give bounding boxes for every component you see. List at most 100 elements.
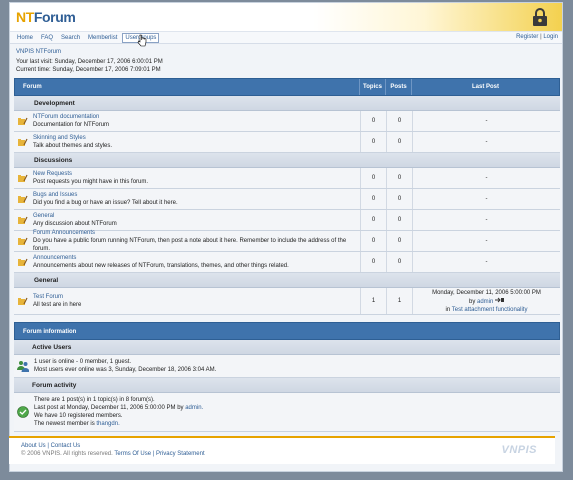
last-post-author-link[interactable]: admin: [477, 299, 493, 305]
login-link[interactable]: Login: [543, 34, 558, 40]
topics-count: 0: [360, 189, 386, 209]
mouse-cursor-icon: [137, 34, 147, 47]
site-logo[interactable]: NTForum: [16, 9, 76, 25]
last-post: -: [412, 111, 560, 131]
last-visit-text: Your last visit: Sunday, December 17, 20…: [16, 59, 163, 65]
last-post-topic-link[interactable]: Test attachment functionality: [452, 307, 528, 313]
post-count-text: There are 1 post(s) in 1 topic(s) in 8 f…: [34, 397, 155, 403]
lock-icon: [533, 8, 547, 26]
forum-page: NTForum Home FAQ Search Memberlist Userg…: [9, 2, 563, 472]
forum-activity-label: Forum activity: [14, 378, 560, 393]
posts-count: 0: [386, 252, 412, 272]
forum-title-link[interactable]: NTForum documentation: [33, 113, 360, 121]
stats-icon: [14, 406, 32, 418]
category-general[interactable]: General: [14, 273, 560, 288]
welcome-panel: VNPIS NTForum Your last visit: Sunday, D…: [10, 44, 562, 76]
breadcrumb[interactable]: VNPIS NTForum: [16, 48, 556, 56]
nav-home-link[interactable]: Home: [14, 33, 36, 43]
last-post: -: [412, 189, 560, 209]
forum-row: Announcements Announcements about new rel…: [14, 252, 560, 273]
forum-row: General Any discussion about NTForum 0 0 …: [14, 210, 560, 231]
last-post-date: Monday, December 11, 2006 5:00:00 PM: [432, 289, 541, 296]
nav-memberlist-link[interactable]: Memberlist: [85, 33, 120, 43]
forum-description: Do you have a public forum running NTFor…: [33, 238, 347, 252]
topics-count: 1: [360, 288, 386, 314]
forum-description: All test are in here: [33, 302, 82, 308]
nav-separator: |: [540, 34, 542, 40]
posts-count: 0: [386, 189, 412, 209]
current-time-text: Current time: Sunday, December 17, 2006 …: [16, 67, 161, 73]
newest-member-text: The newest member is: [34, 421, 95, 427]
forum-description: Post requests you might have in this for…: [33, 179, 149, 185]
forum-title-link[interactable]: Bugs and Issues: [33, 191, 360, 199]
forum-folder-icon: [14, 210, 31, 230]
forum-title-link[interactable]: Forum Announcements: [33, 229, 360, 237]
site-footer: About Us | Contact Us © 2006 VNPIS. All …: [9, 436, 555, 464]
posts-count: 1: [386, 288, 412, 314]
terms-link[interactable]: Terms Of Use: [114, 451, 151, 457]
forum-title-link[interactable]: New Requests: [33, 170, 360, 178]
category-development[interactable]: Development: [14, 96, 560, 111]
forum-description: Any discussion about NTForum: [33, 221, 117, 227]
newest-member-link[interactable]: thangdn.: [96, 421, 119, 427]
forum-folder-icon: [14, 288, 31, 314]
header-last-post: Last Post: [411, 79, 559, 95]
forum-description: Talk about themes and styles.: [33, 143, 113, 149]
topics-count: 0: [360, 132, 386, 152]
forum-row: Test Forum All test are in here 1 1 Monda…: [14, 288, 560, 315]
online-users-text: 1 user is online - 0 member, 1 guest.: [34, 359, 132, 365]
forum-information-header: Forum information: [14, 322, 560, 340]
privacy-link[interactable]: Privacy Statement: [156, 451, 205, 457]
posts-count: 0: [386, 168, 412, 188]
goto-post-icon[interactable]: [495, 297, 505, 303]
logo-forum-text: Forum: [33, 9, 76, 25]
forum-row: Bugs and Issues Did you find a bug or hav…: [14, 189, 560, 210]
last-post: Monday, December 11, 2006 5:00:00 PM by …: [412, 288, 560, 314]
main-nav: Home FAQ Search Memberlist Usergroups Re…: [10, 32, 562, 44]
forum-row: NTForum documentation Documentation for N…: [14, 111, 560, 132]
last-post: -: [412, 252, 560, 272]
topics-count: 0: [360, 168, 386, 188]
forum-description: Documentation for NTForum: [33, 122, 110, 128]
forum-title-link[interactable]: Test Forum: [33, 293, 360, 301]
posts-count: 0: [386, 132, 412, 152]
forum-folder-icon: [14, 231, 31, 251]
header-posts: Posts: [385, 79, 411, 95]
forum-row: Skinning and Styles Talk about themes and…: [14, 132, 560, 153]
forum-folder-icon: [14, 111, 31, 131]
last-post-user-link[interactable]: admin.: [185, 405, 203, 411]
header-topics: Topics: [359, 79, 385, 95]
nav-search-link[interactable]: Search: [58, 33, 83, 43]
footer-separator: |: [47, 443, 49, 449]
forum-folder-icon: [14, 132, 31, 152]
footer-separator: |: [152, 451, 155, 457]
forum-activity-row: There are 1 post(s) in 1 topic(s) in 8 f…: [14, 393, 560, 432]
topics-count: 0: [360, 111, 386, 131]
contact-us-link[interactable]: Contact Us: [51, 443, 81, 449]
forum-row: New Requests Post requests you might have…: [14, 168, 560, 189]
forum-title-link[interactable]: Announcements: [33, 254, 360, 262]
about-us-link[interactable]: About Us: [21, 443, 46, 449]
member-count-text: We have 10 registered members.: [34, 413, 123, 419]
last-post-in: in: [445, 306, 451, 313]
forum-title-link[interactable]: General: [33, 212, 360, 220]
nav-faq-link[interactable]: FAQ: [38, 33, 56, 43]
forum-folder-icon: [14, 168, 31, 188]
record-users-text: Most users ever online was 3, Sunday, De…: [34, 367, 217, 373]
logo-nt-text: NT: [16, 9, 34, 25]
forum-description: Did you find a bug or have an issue? Tel…: [33, 200, 178, 206]
header-forum: Forum: [23, 84, 42, 90]
forum-description: Announcements about new releases of NTFo…: [33, 263, 289, 269]
table-header: Forum Topics Posts Last Post: [14, 78, 560, 96]
vnpis-logo: VNPIS: [501, 444, 537, 456]
register-link[interactable]: Register: [516, 34, 538, 40]
posts-count: 0: [386, 111, 412, 131]
last-post: -: [412, 132, 560, 152]
posts-count: 0: [386, 231, 412, 251]
forum-title-link[interactable]: Skinning and Styles: [33, 134, 360, 142]
posts-count: 0: [386, 210, 412, 230]
copyright-text: © 2006 VNPIS. All rights reserved.: [21, 451, 113, 457]
active-users-label: Active Users: [14, 340, 560, 355]
users-icon: [14, 360, 32, 372]
category-discussions[interactable]: Discussions: [14, 153, 560, 168]
